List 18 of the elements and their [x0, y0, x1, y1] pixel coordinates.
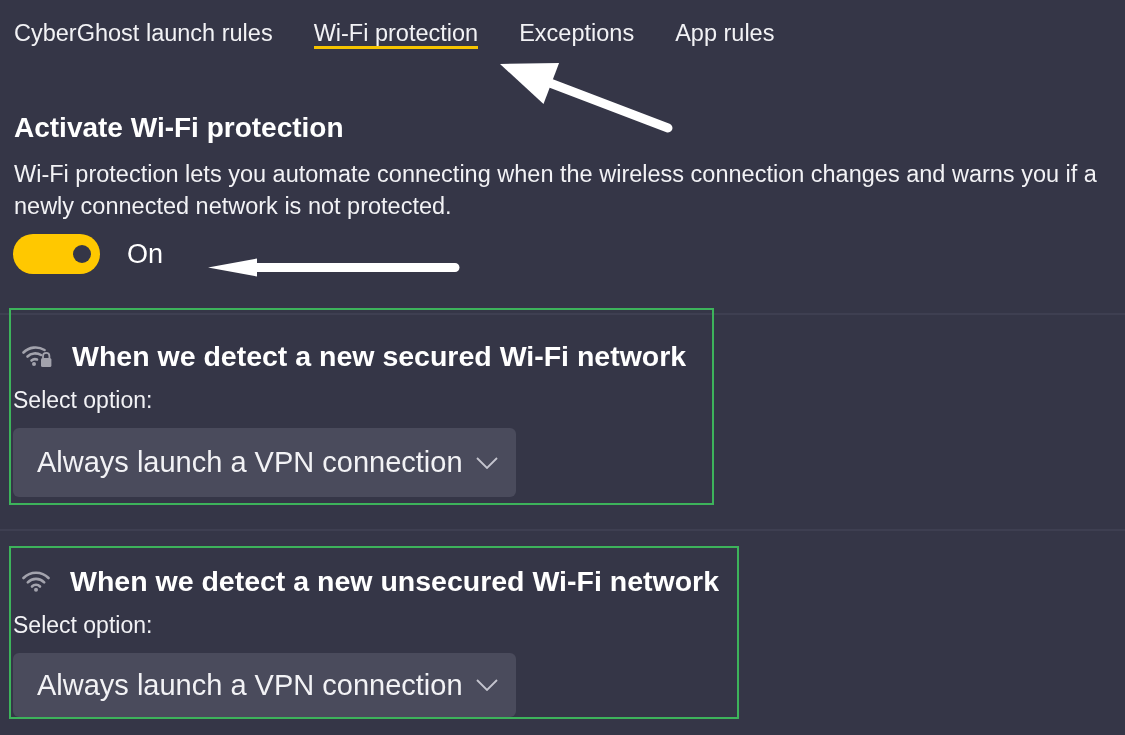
chevron-down-icon — [475, 679, 498, 691]
option-dropdown[interactable]: Always launch a VPN connection — [13, 653, 516, 717]
option-heading: When we detect a new unsecured Wi-Fi network — [70, 564, 719, 598]
toggle-label: On — [127, 238, 164, 270]
tab[interactable]: Wi-Fi protection — [313, 20, 479, 49]
section-title: Activate Wi-Fi protection — [14, 111, 345, 145]
tab[interactable]: Exceptions — [519, 20, 635, 49]
field-label: Select option: — [13, 612, 153, 639]
chevron-down-icon — [475, 456, 498, 469]
wifi-lock-icon — [22, 344, 52, 368]
description-text: Wi-Fi protection lets you automate connecting when the wireless connection changes and warns you if a newly connected network is not protected. — [14, 160, 1098, 221]
tab[interactable]: CyberGhost launch rules — [14, 20, 273, 49]
tab[interactable]: App rules — [675, 20, 775, 49]
field-label: Select option: — [13, 387, 153, 414]
option-dropdown[interactable]: Always launch a VPN connection — [13, 428, 516, 497]
toggle-switch[interactable] — [13, 234, 100, 274]
wifi-icon — [22, 570, 50, 592]
option-heading: When we detect a new secured Wi-Fi network — [72, 339, 687, 373]
